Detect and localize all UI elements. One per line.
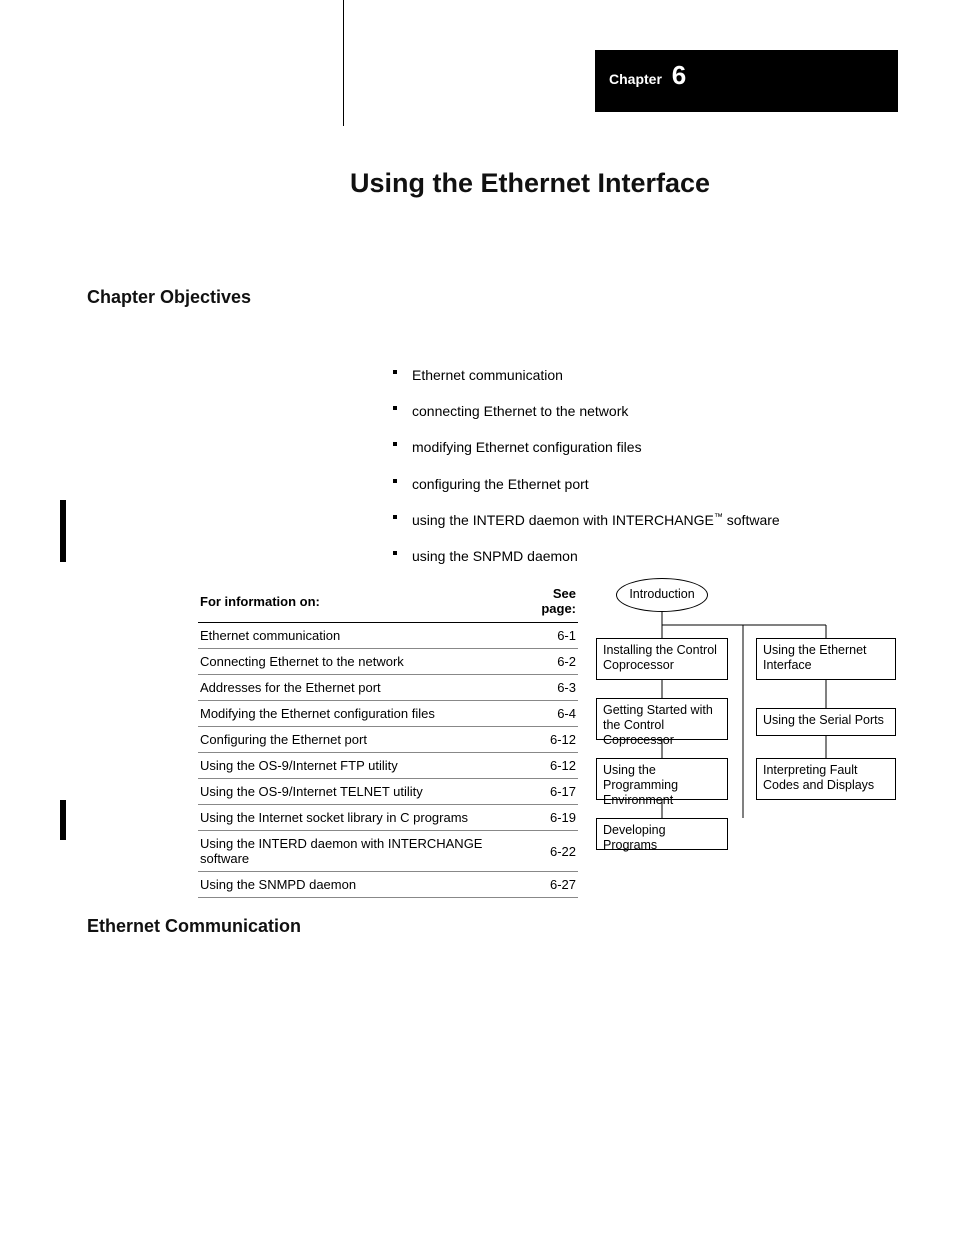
table-header: See page: [514,580,578,623]
section-heading-ethernet: Ethernet Communication [87,916,301,937]
list-item: modifying Ethernet configuration files [396,438,894,456]
table-row: Using the OS-9/Internet FTP utility6-12 [198,753,578,779]
list-item: connecting Ethernet to the network [396,402,894,420]
table-cell: 6-2 [514,649,578,675]
flow-node: Using the Serial Ports [756,708,896,736]
flow-start: Introduction [616,578,708,612]
table-cell: 6-1 [514,623,578,649]
list-item-text: software [723,512,780,528]
trademark-symbol: ™ [714,511,723,521]
table-cell: 6-3 [514,675,578,701]
chapter-number: 6 [672,60,686,90]
list-item: using the SNPMD daemon [396,547,894,565]
list-item: Ethernet communication [396,366,894,384]
table-row: Using the Internet socket library in C p… [198,805,578,831]
table-header: For information on: [198,580,514,623]
flow-label: Developing Programs [603,823,666,852]
flow-node: Interpreting Fault Codes and Displays [756,758,896,800]
flow-label: Using the Ethernet Interface [763,643,867,672]
table-row: Using the OS-9/Internet TELNET utility6-… [198,779,578,805]
table-cell: Using the SNMPD daemon [198,872,514,898]
list-item: configuring the Ethernet port [396,475,894,493]
vertical-rule [343,0,344,126]
page: Chapter 6 Using the Ethernet Interface C… [0,0,954,1235]
flow-node: Getting Started with the Control Coproce… [596,698,728,740]
table-row: Configuring the Ethernet port6-12 [198,727,578,753]
table-cell: 6-19 [514,805,578,831]
table-cell: Ethernet communication [198,623,514,649]
table-row: Connecting Ethernet to the network6-2 [198,649,578,675]
table-cell: Modifying the Ethernet configuration fil… [198,701,514,727]
revision-bar [60,500,66,562]
flow-label: Installing the Control Coprocessor [603,643,717,672]
page-title: Using the Ethernet Interface [350,168,710,199]
table-cell: Using the OS-9/Internet FTP utility [198,753,514,779]
table-cell: 6-4 [514,701,578,727]
table-cell: Connecting Ethernet to the network [198,649,514,675]
table-row: Using the INTERD daemon with INTERCHANGE… [198,831,578,872]
table-cell: 6-12 [514,727,578,753]
table-cell: Using the Internet socket library in C p… [198,805,514,831]
list-item: using the INTERD daemon with INTERCHANGE… [396,511,894,529]
flow-label: Interpreting Fault Codes and Displays [763,763,874,792]
list-item-text: using the INTERD daemon with INTERCHANGE [412,512,714,528]
section-heading-objectives: Chapter Objectives [87,287,251,308]
table-cell: 6-17 [514,779,578,805]
index-table: For information on: See page: Ethernet c… [198,580,578,898]
chapter-banner: Chapter 6 [595,50,898,112]
table-cell: Using the OS-9/Internet TELNET utility [198,779,514,805]
chapter-label: Chapter [609,71,662,87]
table-cell: 6-22 [514,831,578,872]
table-header-row: For information on: See page: [198,580,578,623]
flow-node-current: Using the Ethernet Interface [756,638,896,680]
flow-node: Installing the Control Coprocessor [596,638,728,680]
table-row: Ethernet communication6-1 [198,623,578,649]
table-cell: Addresses for the Ethernet port [198,675,514,701]
flow-label: Introduction [629,587,694,601]
flow-label: Using the Programming Environment [603,763,678,807]
table-row: Addresses for the Ethernet port6-3 [198,675,578,701]
flow-node: Developing Programs [596,818,728,850]
table-row: Using the SNMPD daemon6-27 [198,872,578,898]
table-row: Modifying the Ethernet configuration fil… [198,701,578,727]
revision-bar [60,800,66,840]
bullet-list: Ethernet communication connecting Ethern… [356,366,894,583]
table-cell: Configuring the Ethernet port [198,727,514,753]
table-cell: 6-27 [514,872,578,898]
table-cell: Using the INTERD daemon with INTERCHANGE… [198,831,514,872]
flow-node: Using the Programming Environment [596,758,728,800]
table-cell: 6-12 [514,753,578,779]
flow-label: Using the Serial Ports [763,713,884,727]
